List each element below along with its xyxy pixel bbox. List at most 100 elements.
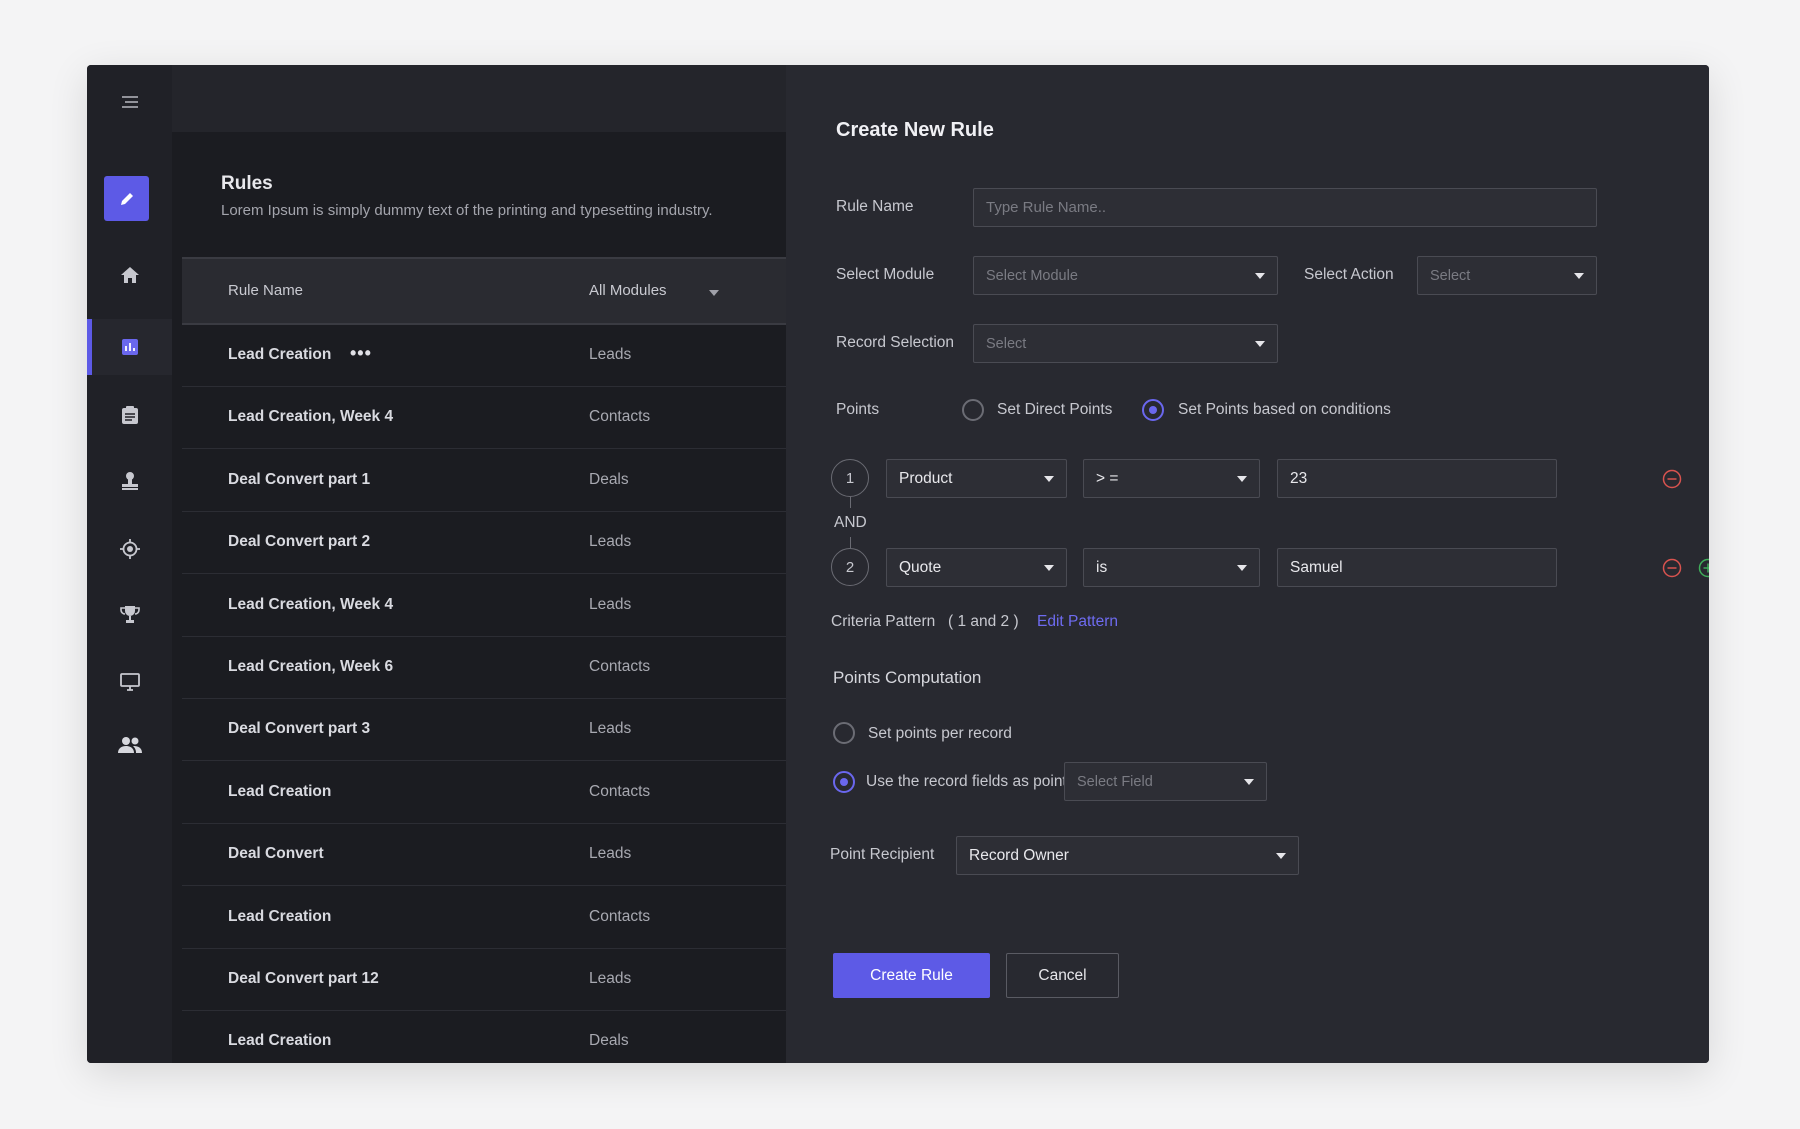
select-module-label: Select Module [836,266,935,283]
table-row[interactable]: Lead Creation Contacts [182,887,787,949]
condition-value-input[interactable]: Samuel [1277,548,1557,587]
chevron-down-icon [1244,778,1254,785]
chevron-down-icon [1044,475,1054,482]
module-cell: Deals [589,470,629,488]
record-selection-dropdown[interactable]: Select [973,324,1278,363]
criteria-pattern-value: ( 1 and 2 ) [948,613,1019,630]
set-direct-points-label: Set Direct Points [997,401,1113,418]
rule-name-cell: Deal Convert part 3 [228,720,371,738]
rule-name-cell: Deal Convert [228,845,324,863]
table-row[interactable]: Deal Convert part 3 Leads [182,699,787,762]
module-cell: Deals [589,1032,629,1050]
module-cell: Leads [589,970,632,987]
module-cell: Contacts [589,658,651,675]
condition-operator-dropdown[interactable]: > = [1083,459,1260,498]
module-cell: Leads [589,533,632,551]
module-cell: Leads [589,845,632,863]
select-field-dropdown[interactable]: Select Field [1064,762,1267,801]
condition-operator-dropdown[interactable]: is [1083,548,1260,587]
app-window: Rules Lorem Ipsum is simply dummy text o… [87,65,1709,1063]
rule-name-cell: Lead Creation [228,346,332,363]
set-points-conditions-radio[interactable] [1142,399,1164,421]
menu-icon[interactable] [87,87,172,117]
rule-name-cell: Deal Convert part 1 [228,470,371,488]
chevron-down-icon [1044,564,1054,571]
select-action-dropdown[interactable]: Select [1417,256,1597,295]
module-cell: Leads [589,720,632,738]
home-icon[interactable] [87,255,172,295]
condition-number: 2 [831,548,869,586]
create-rule-panel: Create New Rule Rule Name Select Module … [786,65,1709,1063]
chevron-down-icon [1237,475,1247,482]
condition-field-value: Quote [899,558,942,576]
module-cell: Contacts [589,907,651,925]
condition-operator-value: is [1096,558,1108,576]
set-points-per-record-label: Set points per record [868,725,1012,742]
cancel-button[interactable]: Cancel [1006,953,1119,998]
point-recipient-value: Record Owner [969,846,1069,864]
select-module-value: Select Module [986,267,1078,284]
stamp-icon[interactable] [87,461,172,501]
table-row[interactable]: Lead Creation, Week 6 Contacts [182,637,787,699]
table-row[interactable]: Deal Convert part 12 Leads [182,949,787,1011]
condition-number: 1 [831,459,869,497]
rule-name-cell: Deal Convert part 12 [228,970,379,987]
select-module-dropdown[interactable]: Select Module [973,256,1278,295]
chevron-down-icon [1276,852,1286,859]
add-condition-icon[interactable] [1698,558,1709,578]
chevron-down-icon [1574,272,1584,279]
conjunction-label: AND [834,514,867,531]
remove-condition-icon[interactable] [1662,469,1682,489]
chevron-down-icon [1255,340,1265,347]
target-icon[interactable] [87,529,172,569]
rule-name-cell: Lead Creation, Week 4 [228,595,394,613]
chevron-down-icon[interactable] [709,290,719,296]
use-record-fields-radio[interactable] [833,771,855,793]
rule-name-cell: Lead Creation [228,907,332,925]
rule-name-label: Rule Name [836,198,914,215]
trophy-icon[interactable] [87,595,172,635]
edit-pattern-link[interactable]: Edit Pattern [1037,613,1118,631]
chart-icon[interactable] [87,327,172,367]
chevron-down-icon [1237,564,1247,571]
select-action-value: Select [1430,267,1471,284]
rule-name-input[interactable] [973,188,1597,227]
edit-icon[interactable] [104,176,149,221]
users-icon[interactable] [87,725,172,765]
table-row[interactable]: Lead Creation, Week 4 Leads [182,575,787,637]
list-topbar [172,65,786,132]
table-row[interactable]: Deal Convert part 1 Deals [182,450,787,512]
use-record-fields-label: Use the record fields as points [866,773,1075,790]
table-row[interactable]: Deal Convert part 2 Leads [182,512,787,575]
module-filter-dropdown[interactable]: All Modules [589,282,667,299]
sidebar [87,65,172,1063]
rule-name-cell: Deal Convert part 2 [228,533,371,551]
criteria-pattern-label: Criteria Pattern [831,613,936,630]
set-points-conditions-label: Set Points based on conditions [1178,401,1391,418]
set-points-per-record-radio[interactable] [833,722,855,744]
condition-value-text: 23 [1290,469,1308,487]
connector-line [850,497,851,508]
table-row[interactable]: Lead Creation Contacts [182,762,787,824]
point-recipient-dropdown[interactable]: Record Owner [956,836,1299,875]
table-row[interactable]: Lead Creation, Week 4 Contacts [182,387,787,450]
set-direct-points-radio[interactable] [962,399,984,421]
condition-field-dropdown[interactable]: Quote [886,548,1067,587]
record-selection-value: Select [986,335,1027,352]
table-row[interactable]: Deal Convert Leads [182,824,787,887]
condition-field-dropdown[interactable]: Product [886,459,1067,498]
clipboard-icon[interactable] [87,395,172,435]
select-action-label: Select Action [1304,266,1394,283]
module-cell: Leads [589,595,632,613]
module-cell: Leads [589,346,632,363]
more-options-icon[interactable]: ••• [350,343,372,364]
chevron-down-icon [1255,272,1265,279]
table-row[interactable]: Lead Creation Deals [182,1011,787,1063]
monitor-icon[interactable] [87,662,172,702]
table-row[interactable]: Lead Creation ••• Leads [182,325,787,387]
condition-value-input[interactable]: 23 [1277,459,1557,498]
remove-condition-icon[interactable] [1662,558,1682,578]
module-cell: Contacts [589,782,651,800]
create-rule-button[interactable]: Create Rule [833,953,990,998]
table-header: Rule Name All Modules [182,257,787,325]
